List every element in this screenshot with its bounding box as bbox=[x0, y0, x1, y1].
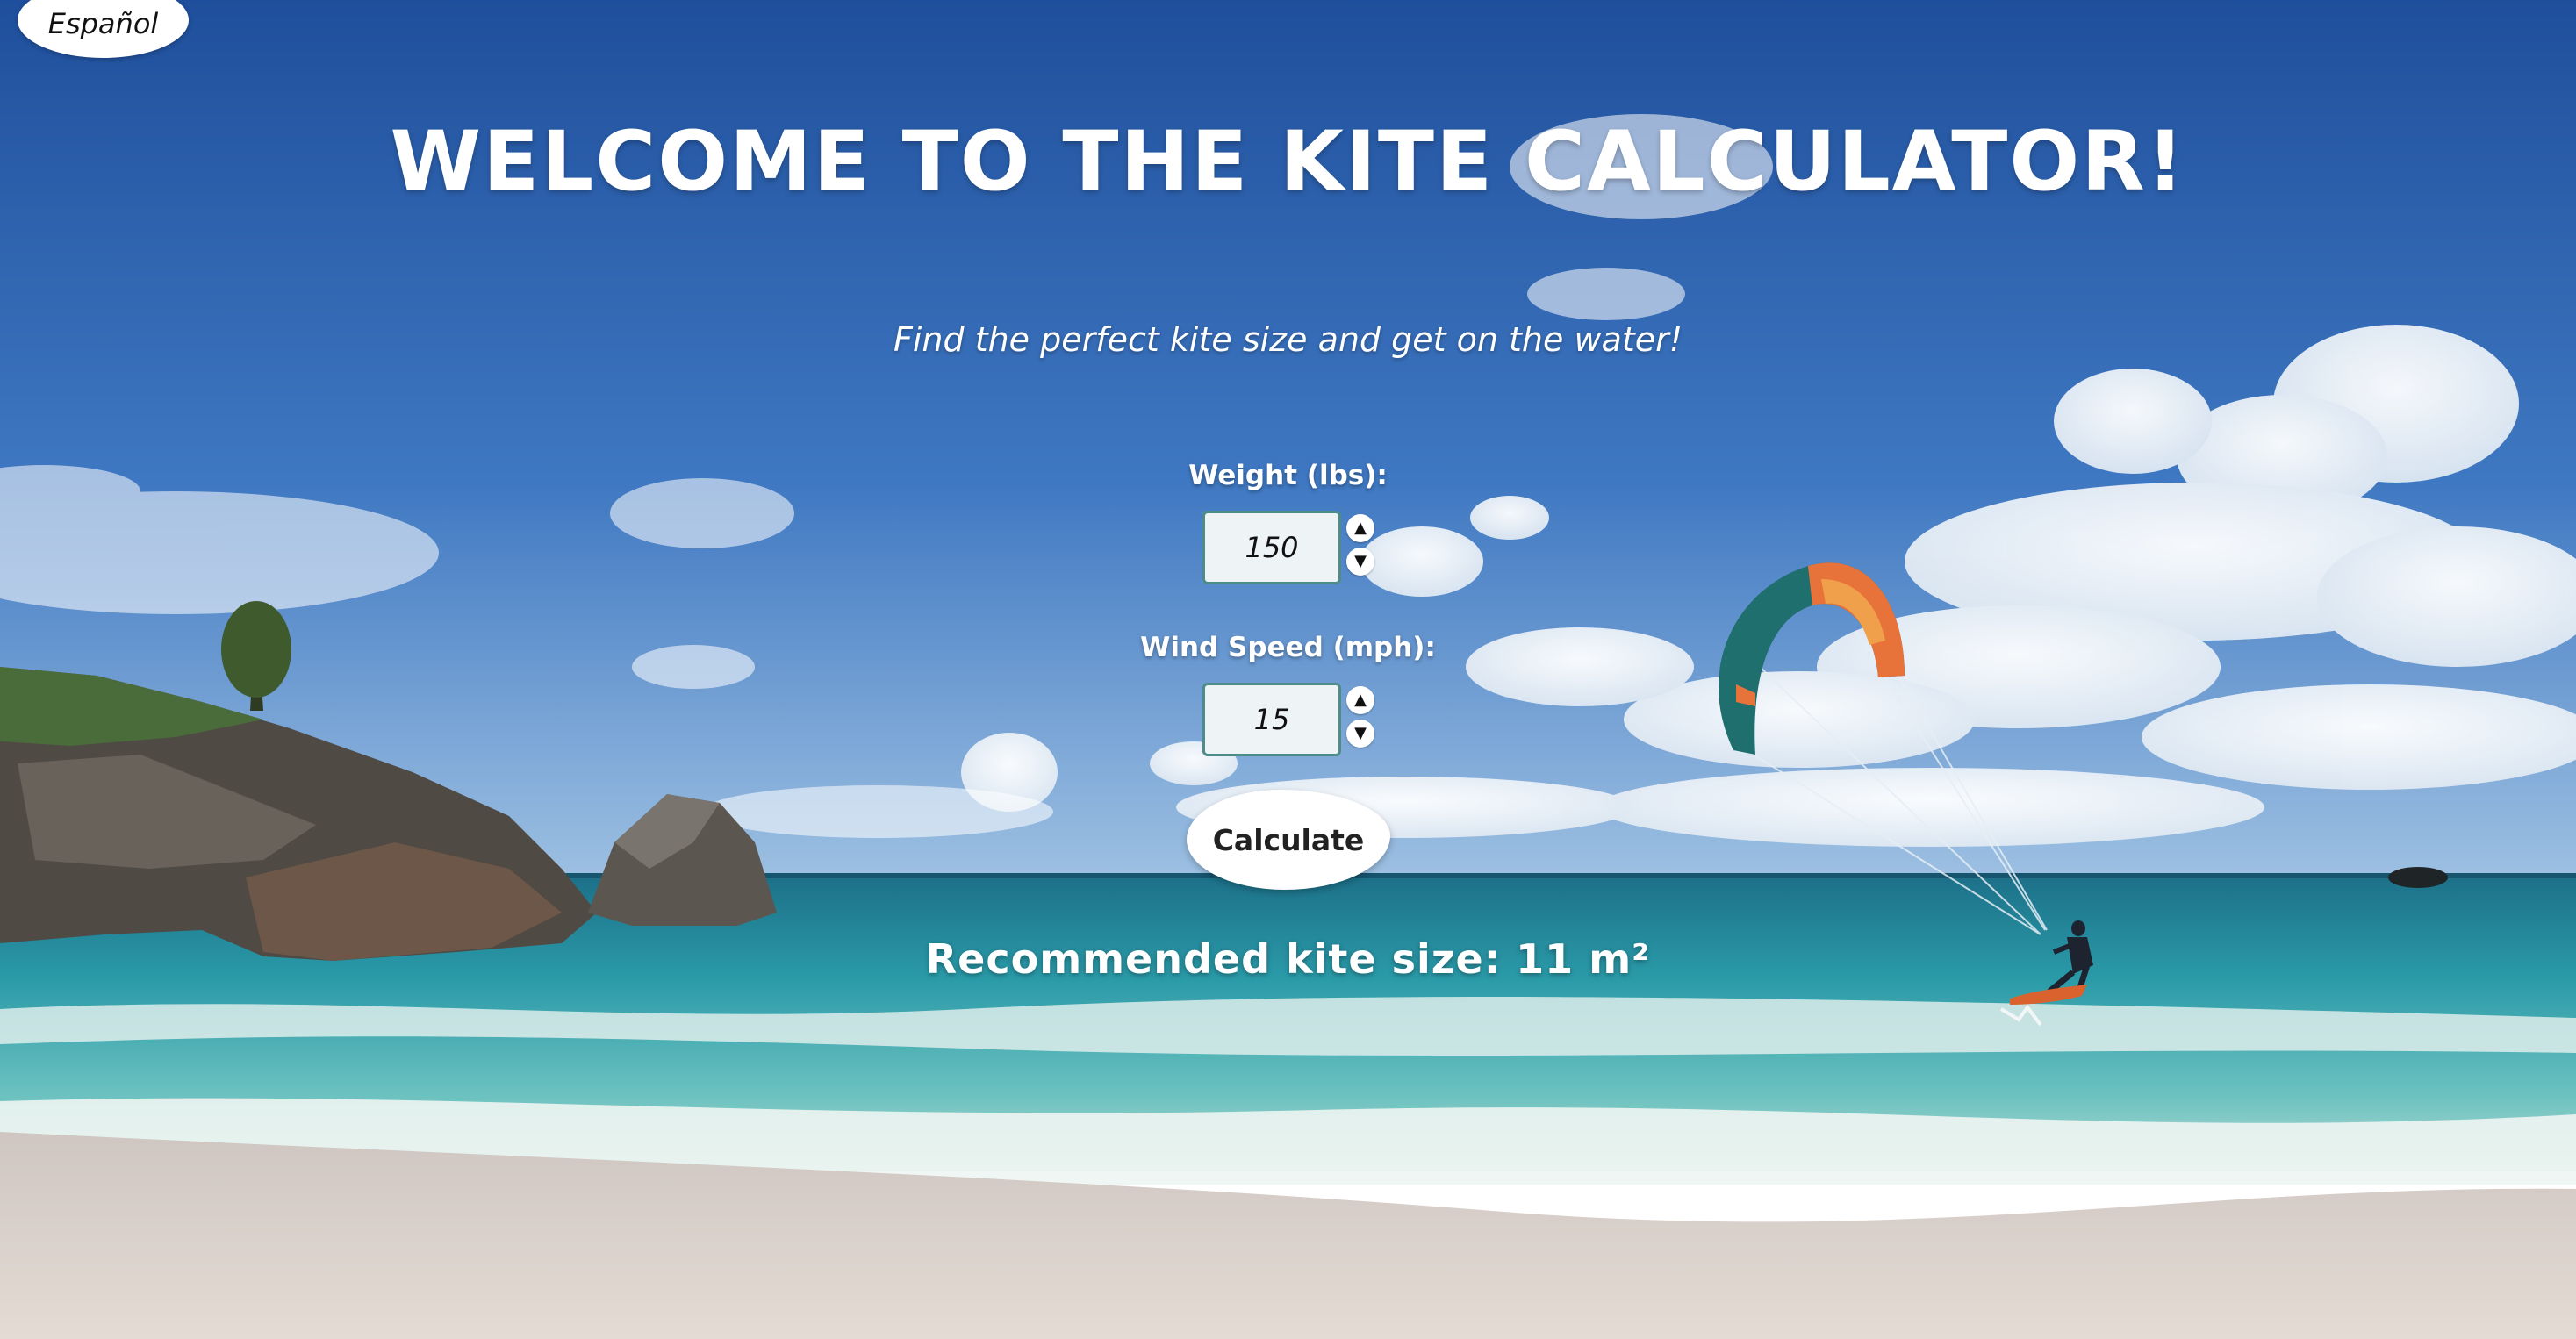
wind-speed-stepper: ▲ ▼ bbox=[1346, 686, 1376, 748]
calculate-label: Calculate bbox=[1212, 822, 1365, 857]
arrow-down-icon[interactable]: ▼ bbox=[1346, 720, 1374, 748]
language-toggle-label: Español bbox=[47, 7, 159, 40]
weight-stepper: ▲ ▼ bbox=[1346, 514, 1376, 576]
arrow-down-icon[interactable]: ▼ bbox=[1346, 548, 1374, 576]
page-title: WELCOME TO THE KITE CALCULATOR! bbox=[390, 114, 2186, 210]
result-text: Recommended kite size: 11 m² bbox=[925, 935, 1651, 983]
wind-speed-label: Wind Speed (mph): bbox=[1140, 632, 1436, 663]
weight-input[interactable] bbox=[1202, 511, 1341, 584]
arrow-up-icon[interactable]: ▲ bbox=[1346, 686, 1374, 714]
arrow-up-icon[interactable]: ▲ bbox=[1346, 514, 1374, 542]
page-subtitle: Find the perfect kite size and get on th… bbox=[893, 320, 1683, 359]
weight-label: Weight (lbs): bbox=[1188, 460, 1388, 491]
wind-speed-input[interactable] bbox=[1202, 683, 1341, 756]
